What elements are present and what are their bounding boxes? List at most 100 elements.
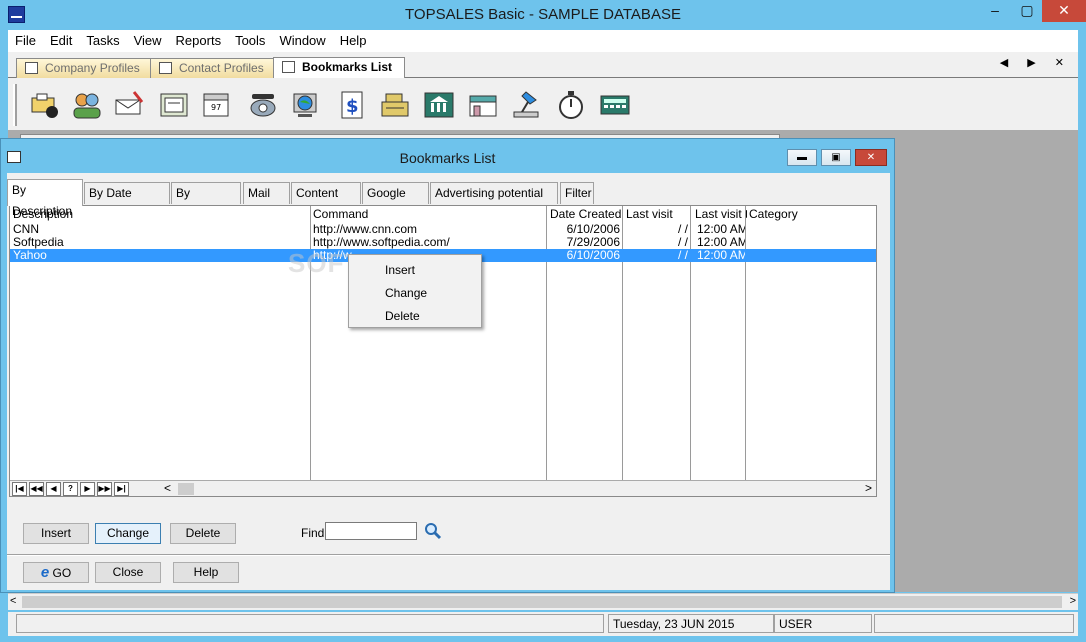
tab-filter[interactable]: Filter	[560, 182, 594, 204]
mail-icon[interactable]	[112, 88, 146, 122]
phone-icon[interactable]	[246, 88, 280, 122]
main-scroll-thumb[interactable]	[22, 596, 1062, 608]
next-record-button[interactable]: ▶	[80, 482, 95, 496]
tab-mail-list[interactable]: Mail List	[243, 182, 290, 221]
tab-by-date-created[interactable]: By Date Created	[84, 182, 170, 221]
column-header-command[interactable]: Command	[313, 206, 543, 221]
child-maximize-button[interactable]: ▣	[821, 149, 851, 166]
company-profile-icon[interactable]	[28, 88, 62, 122]
price-icon[interactable]: $	[336, 88, 370, 122]
table-row[interactable]: Softpedia http://www.softpedia.com/ 7/29…	[10, 236, 876, 249]
first-record-button[interactable]: |◀	[12, 482, 27, 496]
tab-company-profiles[interactable]: Company Profiles	[16, 58, 153, 78]
toolbar: 97 $	[8, 78, 1078, 130]
cell-description: Softpedia	[13, 236, 64, 249]
horizontal-scroll-thumb[interactable]	[178, 483, 194, 495]
scroll-left-arrow[interactable]: <	[10, 595, 16, 607]
help-button[interactable]: Help	[173, 562, 239, 583]
close-button[interactable]: ✕	[1042, 0, 1086, 22]
calculator-icon[interactable]	[598, 88, 632, 122]
column-header-date-created[interactable]: Date Created	[550, 206, 622, 221]
page-forward-button[interactable]: ▶▶	[97, 482, 112, 496]
scroll-right-arrow[interactable]: >	[865, 481, 872, 495]
tab-contact-profiles[interactable]: Contact Profiles	[150, 58, 277, 78]
maximize-button[interactable]: ▢	[1012, 0, 1042, 22]
main-horizontal-scrollbar[interactable]: < >	[8, 593, 1078, 610]
find-label: Find:	[301, 526, 328, 540]
cell-last-visit: / /	[677, 236, 688, 249]
context-change[interactable]: Change	[385, 286, 427, 300]
bank-icon[interactable]	[422, 88, 456, 122]
tab-label: Contact Profiles	[179, 61, 264, 75]
tab-by-description[interactable]: By Description	[7, 179, 83, 218]
menu-file[interactable]: File	[8, 30, 43, 52]
search-record-button[interactable]: ?	[63, 482, 78, 496]
form-icon	[25, 62, 38, 74]
scroll-right-arrow[interactable]: >	[1070, 595, 1076, 607]
child-body: By Description By Date Created By Comman…	[7, 173, 890, 590]
tab-nav-arrows[interactable]: ◀ ▶ ✕	[1000, 56, 1072, 69]
prev-record-button[interactable]: ◀	[46, 482, 61, 496]
bookmarks-grid[interactable]: Description Command Date Created Last vi…	[9, 205, 877, 497]
menu-tasks[interactable]: Tasks	[79, 30, 126, 52]
tab-by-command[interactable]: By Command	[171, 182, 241, 221]
status-bar: Tuesday, 23 JUN 2015 USER	[8, 612, 1078, 636]
insert-button[interactable]: Insert	[23, 523, 89, 544]
document-tabs: Company Profiles Contact Profiles Bookma…	[8, 52, 1078, 79]
context-insert[interactable]: Insert	[385, 263, 415, 277]
menu-view[interactable]: View	[127, 30, 169, 52]
form-icon	[282, 61, 295, 73]
stopwatch-icon[interactable]	[554, 88, 588, 122]
toolbar-grip[interactable]	[13, 84, 17, 126]
delete-button[interactable]: Delete	[170, 523, 236, 544]
search-icon[interactable]	[424, 522, 442, 540]
tab-google-rank[interactable]: Google rank	[362, 182, 429, 221]
minimize-button[interactable]: –	[980, 0, 1010, 22]
close-window-button[interactable]: Close	[95, 562, 161, 583]
status-user: USER	[774, 614, 872, 633]
cell-date-created: 7/29/2006	[566, 236, 620, 249]
view-tabs: By Description By Date Created By Comman…	[7, 179, 890, 221]
column-header-last-visit-time[interactable]: Last visit ti	[695, 206, 747, 221]
menu-bar: File Edit Tasks View Reports Tools Window Help	[8, 30, 1078, 52]
child-window-title: Bookmarks List	[399, 150, 496, 166]
menu-edit[interactable]: Edit	[43, 30, 79, 52]
cell-last-visit-time: 12:00 AM	[697, 223, 745, 236]
child-close-button[interactable]: ✕	[855, 149, 887, 166]
shop-icon[interactable]	[466, 88, 500, 122]
table-row[interactable]: CNN http://www.cnn.com 6/10/2006 / / 12:…	[10, 223, 876, 236]
page-back-button[interactable]: ◀◀	[29, 482, 44, 496]
find-input[interactable]	[325, 522, 417, 540]
window-title: TOPSALES Basic - SAMPLE DATABASE	[405, 6, 681, 23]
cell-last-visit-time: 12:00 AM	[697, 236, 745, 249]
column-header-last-visit[interactable]: Last visit	[626, 206, 692, 221]
go-label: GO	[52, 566, 72, 580]
tab-content-rank[interactable]: Content rank	[291, 182, 361, 221]
cell-last-visit: / /	[677, 223, 688, 236]
contacts-icon[interactable]	[70, 88, 104, 122]
web-icon[interactable]	[290, 88, 324, 122]
go-button[interactable]: e GO	[23, 562, 89, 583]
tab-label: Bookmarks List	[302, 60, 393, 74]
calendar-icon[interactable]: 97	[200, 88, 234, 122]
svg-text:$: $	[346, 96, 359, 117]
menu-tools[interactable]: Tools	[228, 30, 272, 52]
tab-advertising-potential-rank[interactable]: Advertising potential rank	[430, 182, 558, 221]
column-header-category[interactable]: Category	[749, 206, 829, 221]
change-button[interactable]: Change	[95, 523, 161, 544]
cards-icon[interactable]	[158, 88, 192, 122]
form-icon	[159, 62, 172, 74]
status-panel-message	[16, 614, 604, 633]
menu-help[interactable]: Help	[333, 30, 374, 52]
menu-window[interactable]: Window	[272, 30, 332, 52]
lamp-icon[interactable]	[510, 88, 544, 122]
child-minimize-button[interactable]: ▬	[787, 149, 817, 166]
cell-last-visit-time: 12:00 AM	[697, 249, 745, 262]
tab-bookmarks-list[interactable]: Bookmarks List	[273, 57, 406, 79]
menu-reports[interactable]: Reports	[169, 30, 229, 52]
cash-register-icon[interactable]	[378, 88, 412, 122]
context-delete[interactable]: Delete	[385, 309, 420, 323]
scroll-left-arrow[interactable]: <	[164, 481, 171, 495]
last-record-button[interactable]: ▶|	[114, 482, 129, 496]
bookmarks-window: Bookmarks List ▬ ▣ ✕ By Description By D…	[0, 138, 895, 593]
